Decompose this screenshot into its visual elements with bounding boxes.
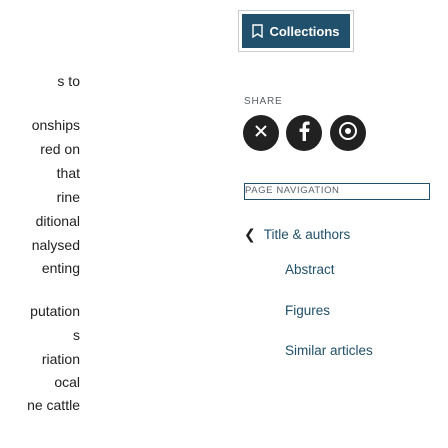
nav-item-abstract[interactable]: Abstract: [285, 262, 335, 277]
reddit-icon: [338, 121, 358, 146]
share-x-button[interactable]: [243, 115, 279, 151]
article-line: ne cattle: [27, 397, 80, 413]
article-line: red on: [40, 141, 80, 157]
article-line: that: [56, 165, 80, 181]
facebook-icon: [298, 121, 310, 146]
chevron-left-icon: ❮: [244, 226, 256, 242]
article-line: ocal: [54, 374, 80, 390]
bookmark-icon: [252, 24, 264, 38]
article-line: ditional: [35, 213, 80, 229]
article-line: s to: [57, 73, 80, 89]
x-icon: [254, 124, 268, 143]
share-reddit-button[interactable]: [330, 115, 366, 151]
page-navigation-label: PAGE NAVIGATION: [244, 183, 430, 200]
share-facebook-button[interactable]: [286, 115, 322, 151]
nav-item-title-authors[interactable]: ❮ Title & authors: [244, 226, 350, 243]
article-line: s: [73, 327, 80, 343]
nav-item-figures[interactable]: Figures: [285, 303, 330, 318]
article-line: putation: [30, 303, 80, 319]
nav-item-label: Title & authors: [263, 227, 351, 242]
article-body-text: s to onships red on that rine ditional n…: [0, 0, 80, 448]
article-line: rine: [56, 189, 80, 205]
article-line: onships: [31, 117, 80, 133]
article-line: nalysed: [31, 237, 80, 253]
share-label: SHARE: [244, 96, 283, 107]
collections-label: Collections: [269, 23, 340, 39]
article-line: riation: [41, 351, 80, 367]
nav-item-similar-articles[interactable]: Similar articles: [285, 343, 373, 358]
article-line: enting: [41, 260, 80, 276]
collections-button[interactable]: Collections: [242, 14, 350, 48]
